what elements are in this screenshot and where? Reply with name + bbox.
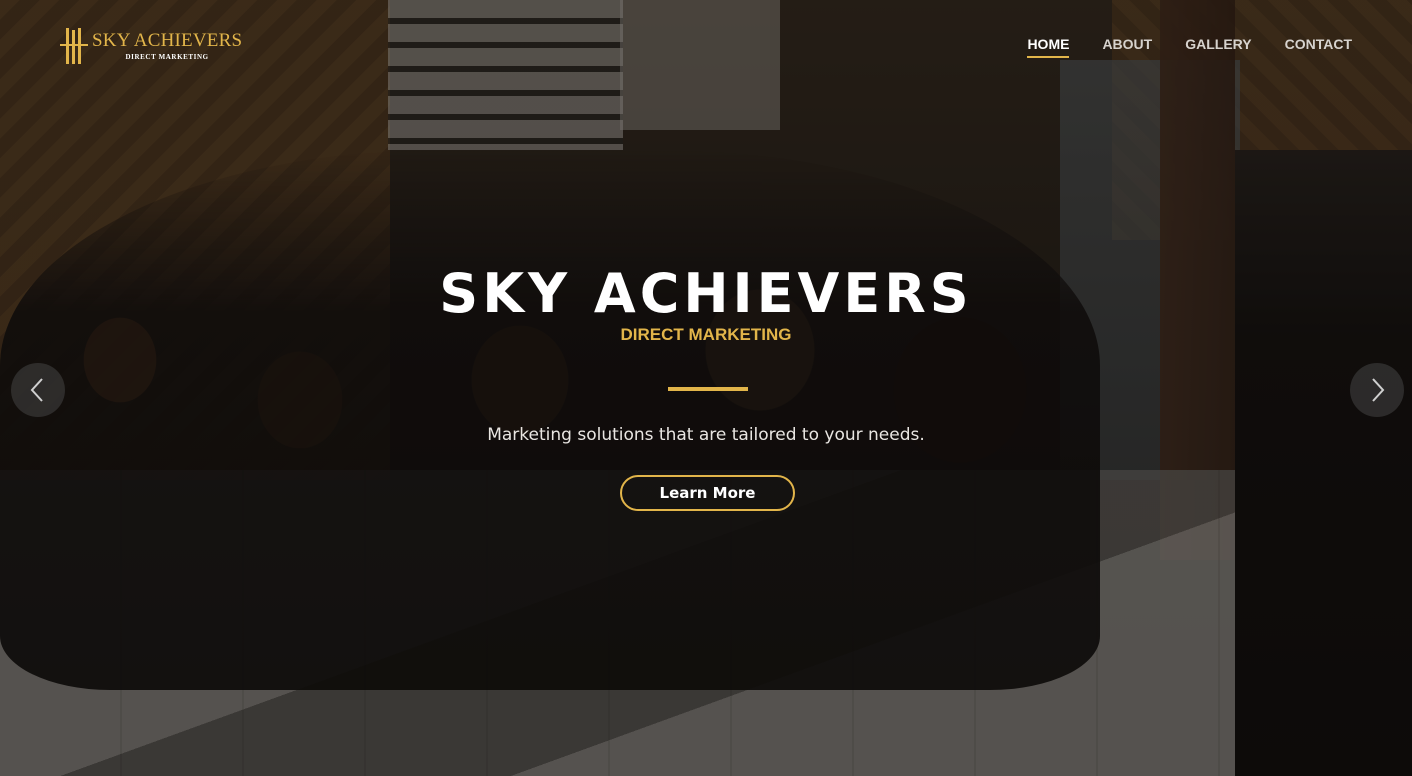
chevron-right-icon: [1372, 378, 1385, 402]
nav-about[interactable]: ABOUT: [1102, 36, 1152, 56]
hero-divider: [668, 387, 748, 391]
main-nav: HOME ABOUT GALLERY CONTACT: [1027, 36, 1352, 58]
logo-title: SKY ACHIEVERS: [92, 30, 243, 51]
logo-subtitle: DIRECT MARKETING: [125, 53, 209, 61]
site-logo[interactable]: SKY ACHIEVERS DIRECT MARKETING: [60, 24, 260, 68]
hero-title: SKY ACHIEVERS: [439, 262, 973, 325]
carousel-next-button[interactable]: [1350, 363, 1404, 417]
learn-more-button[interactable]: Learn More: [620, 475, 795, 511]
carousel-prev-button[interactable]: [11, 363, 65, 417]
hero-subtitle: DIRECT MARKETING: [620, 325, 792, 344]
hero-tagline: Marketing solutions that are tailored to…: [487, 425, 925, 445]
nav-contact[interactable]: CONTACT: [1285, 36, 1352, 56]
logo-mark-icon: [60, 26, 90, 66]
nav-gallery[interactable]: GALLERY: [1185, 36, 1251, 56]
nav-home[interactable]: HOME: [1027, 36, 1070, 58]
logo-text: SKY ACHIEVERS DIRECT MARKETING: [92, 30, 243, 62]
chevron-left-icon: [30, 378, 43, 402]
